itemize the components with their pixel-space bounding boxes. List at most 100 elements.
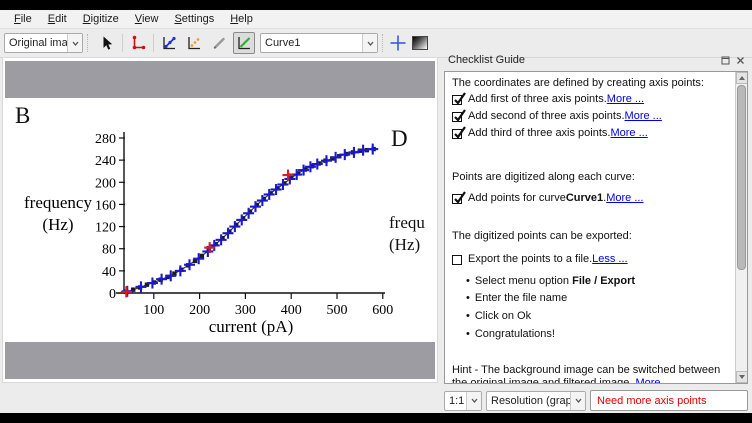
curve-selector-combo[interactable]: Curve1	[260, 33, 378, 53]
checklist-bold-text: Curve1	[566, 192, 603, 205]
scroll-up-icon[interactable]	[736, 72, 748, 84]
scroll-down-icon[interactable]	[736, 371, 748, 383]
bullet-icon: •	[466, 275, 470, 287]
checklist-paragraph: The digitized points can be exported:	[452, 230, 734, 243]
checklist-item: Add points for curve Curve1. More ...	[452, 192, 734, 205]
float-panel-icon[interactable]	[720, 55, 731, 66]
svg-text:0: 0	[109, 287, 116, 302]
checked-checkbox-icon[interactable]	[452, 95, 462, 105]
checklist-text: Add first of three axis points.	[468, 93, 607, 106]
menu-item-file[interactable]: File	[6, 11, 40, 27]
toolbar-separator	[87, 34, 88, 52]
checklist-text: Add second of three axis points.	[468, 110, 625, 123]
toolbar-separator	[153, 34, 154, 52]
zoom-value: 1:1	[445, 395, 466, 407]
resolution-combo[interactable]: Resolution (graph):	[486, 391, 586, 411]
checklist-bullet-item: •Select menu option File / Export	[452, 275, 734, 288]
svg-text:current (pA): current (pA)	[209, 317, 294, 336]
svg-text:200: 200	[189, 303, 210, 318]
checklist-link[interactable]: More ...	[625, 110, 662, 123]
svg-text:300: 300	[235, 303, 256, 318]
background-selector-value: Original image	[5, 37, 67, 49]
chevron-down-icon	[67, 34, 82, 52]
svg-text:600: 600	[372, 303, 393, 318]
gradient-swatch-icon	[412, 36, 428, 50]
point-match-tool-button[interactable]	[183, 32, 205, 54]
checklist-link[interactable]: More ...	[610, 127, 647, 140]
digitizer-canvas[interactable]: 04080120160200240280100200300400500600cu…	[2, 57, 438, 383]
checklist-link[interactable]: Less ...	[592, 253, 627, 266]
menu-item-help[interactable]: Help	[222, 11, 261, 27]
resolution-label: Resolution (graph):	[487, 395, 570, 407]
toolbar-separator	[122, 34, 123, 52]
clipped-ylabel-line1: frequ	[389, 213, 425, 233]
chevron-down-icon	[466, 392, 481, 410]
clipped-ylabel-line2: (Hz)	[389, 235, 420, 255]
checklist-text: Click on Ok	[475, 310, 531, 322]
color-picker-tool-button[interactable]	[208, 32, 230, 54]
digitized-point-markers[interactable]	[122, 144, 378, 297]
chevron-down-icon	[362, 34, 377, 52]
checklist-link[interactable]: More ...	[607, 93, 644, 106]
curve-point-tool-button[interactable]	[158, 32, 180, 54]
scatter-plot: 04080120160200240280100200300400500600cu…	[3, 58, 438, 383]
checklist-guide-titlebar: Checklist Guide	[440, 50, 750, 70]
bullet-icon: •	[466, 328, 470, 340]
unchecked-checkbox-icon[interactable]	[452, 255, 462, 265]
checklist-guide-body: The coordinates are defined by creating …	[444, 71, 748, 384]
svg-text:120: 120	[95, 221, 116, 236]
menu-bar: FileEditDigitizeViewSettingsHelp	[0, 10, 752, 29]
checklist-text: The digitized points can be exported:	[452, 230, 632, 242]
svg-text:280: 280	[95, 132, 116, 147]
checklist-item: Add first of three axis points. More ...	[452, 93, 734, 106]
checklist-item: Add third of three axis points. More ...	[452, 127, 734, 140]
svg-text:400: 400	[281, 303, 302, 318]
chevron-down-icon	[570, 392, 585, 410]
svg-text:500: 500	[327, 303, 348, 318]
background-selector-combo[interactable]: Original image	[4, 33, 83, 53]
checklist-bullet-item: •Congratulations!	[452, 328, 734, 341]
svg-text:40: 40	[102, 265, 116, 280]
curve-selector-value: Curve1	[261, 37, 362, 49]
curve-line	[126, 149, 373, 292]
svg-text:100: 100	[143, 303, 164, 318]
original-square-markers	[124, 147, 376, 294]
checklist-text: Enter the file name	[475, 292, 567, 304]
checklist-link[interactable]: More ...	[606, 192, 643, 205]
checked-checkbox-icon[interactable]	[452, 129, 462, 139]
checked-checkbox-icon[interactable]	[452, 112, 462, 122]
svg-text:80: 80	[102, 243, 116, 258]
svg-text:200: 200	[95, 176, 116, 191]
checked-checkbox-icon[interactable]	[452, 194, 462, 204]
menu-item-view[interactable]: View	[127, 11, 167, 27]
scrollbar[interactable]	[735, 72, 747, 383]
scrollbar-thumb[interactable]	[737, 85, 746, 270]
menu-item-settings[interactable]: Settings	[166, 11, 222, 27]
checklist-bullet-item: • Enter the file name	[452, 292, 734, 305]
checklist-content: The coordinates are defined by creating …	[445, 72, 734, 383]
close-panel-icon[interactable]	[735, 55, 746, 66]
menu-item-digitize[interactable]: Digitize	[75, 11, 127, 27]
toolbar-separator	[382, 34, 383, 52]
status-message: Need more axis points	[590, 390, 748, 411]
checklist-hint: Hint - The background image can be switc…	[452, 364, 734, 383]
checklist-paragraph: Points are digitized along each curve:	[452, 171, 734, 184]
svg-text:frequency: frequency	[24, 193, 92, 212]
bullet-icon: •	[466, 292, 470, 304]
segment-fill-tool-button[interactable]	[233, 32, 255, 54]
checklist-item: Export the points to a file. Less ...	[452, 253, 734, 266]
checklist-item: Add second of three axis points. More ..…	[452, 110, 734, 123]
svg-text:160: 160	[95, 198, 116, 213]
checklist-paragraph: The coordinates are defined by creating …	[452, 77, 734, 90]
menu-item-edit[interactable]: Edit	[40, 11, 75, 27]
checklist-text: Export the points to a file.	[468, 253, 592, 266]
crosshair-icon	[387, 32, 409, 54]
checklist-text: The coordinates are defined by creating …	[452, 77, 704, 89]
checklist-link[interactable]: More...	[635, 377, 669, 383]
panel-label-b: B	[15, 103, 30, 129]
axis-point-tool-button[interactable]	[127, 32, 149, 54]
select-tool-button[interactable]	[96, 32, 118, 54]
zoom-combo[interactable]: 1:1	[444, 391, 482, 411]
axis-point-markers[interactable]	[121, 170, 294, 298]
checklist-text: Hint - The background image can be switc…	[452, 364, 720, 383]
